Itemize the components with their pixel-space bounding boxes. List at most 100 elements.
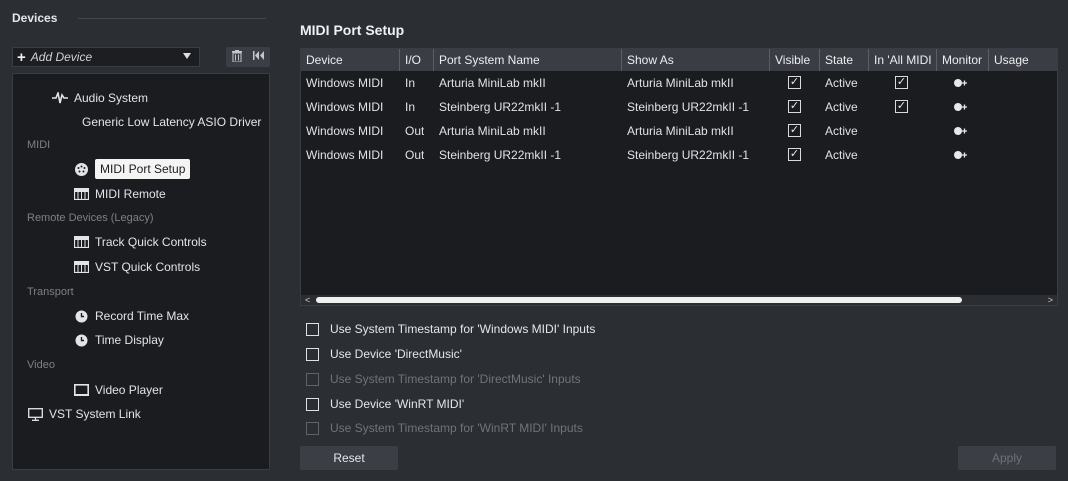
monitor-icon[interactable] bbox=[953, 150, 971, 160]
cell-show-as[interactable]: Steinberg UR22mkII -1 bbox=[622, 144, 749, 166]
option-label: Use System Timestamp for 'Windows MIDI' … bbox=[330, 322, 596, 336]
cell-io: In bbox=[405, 76, 416, 90]
tree-item-time-display[interactable]: Time Display bbox=[73, 333, 164, 347]
tree-item-video-player[interactable]: Video Player bbox=[73, 383, 163, 397]
chevron-down-icon bbox=[183, 53, 191, 59]
tree-category-midi: MIDI bbox=[27, 139, 51, 151]
option-label: Use Device 'WinRT MIDI' bbox=[330, 397, 465, 411]
option-system-timestamp-winrt-midi: Use System Timestamp for 'WinRT MIDI' In… bbox=[306, 421, 583, 435]
video-icon bbox=[73, 383, 89, 397]
audio-system-icon bbox=[52, 91, 68, 105]
cell-device: Windows MIDI bbox=[306, 76, 384, 90]
scroll-left-icon[interactable]: < bbox=[305, 295, 310, 305]
tree-item-vst-system-link[interactable]: VST System Link bbox=[27, 407, 141, 421]
plus-icon: + bbox=[17, 48, 26, 66]
column-header-visible[interactable]: Visible bbox=[770, 49, 820, 71]
cell-port-system-name: Arturia MiniLab mkII bbox=[439, 76, 546, 90]
add-device-dropdown[interactable]: + Add Device bbox=[12, 47, 200, 67]
monitor-icon[interactable] bbox=[953, 78, 971, 88]
table-row[interactable]: Windows MIDI In Arturia MiniLab mkII Art… bbox=[301, 72, 1057, 94]
column-header-monitor[interactable]: Monitor bbox=[937, 49, 989, 71]
page-title: MIDI Port Setup bbox=[300, 22, 405, 38]
cell-show-as[interactable]: Arturia MiniLab mkII bbox=[622, 72, 734, 94]
option-use-device-winrt-midi[interactable]: Use Device 'WinRT MIDI' bbox=[306, 397, 464, 411]
column-header-state[interactable]: State bbox=[820, 49, 869, 71]
tree-item-midi-port-setup[interactable]: MIDI Port Setup bbox=[73, 159, 191, 179]
cell-port-system-name: Steinberg UR22mkII -1 bbox=[439, 100, 562, 114]
tree-item-vst-quick-controls[interactable]: VST Quick Controls bbox=[73, 260, 200, 274]
scroll-right-icon[interactable]: > bbox=[1048, 295, 1053, 305]
cell-device: Windows MIDI bbox=[306, 124, 384, 138]
scrollbar-thumb[interactable] bbox=[316, 297, 962, 303]
clock-icon bbox=[73, 309, 89, 323]
option-label: Use Device 'DirectMusic' bbox=[330, 347, 462, 361]
tree-toolbar bbox=[226, 47, 270, 67]
tree-item-label: Generic Low Latency ASIO Driver bbox=[82, 115, 262, 129]
table-row[interactable]: Windows MIDI In Steinberg UR22mkII -1 St… bbox=[301, 96, 1057, 118]
tree-item-asio-driver[interactable]: Generic Low Latency ASIO Driver bbox=[82, 115, 261, 129]
apply-button[interactable]: Apply bbox=[958, 446, 1056, 470]
option-system-timestamp-windows-midi[interactable]: Use System Timestamp for 'Windows MIDI' … bbox=[306, 322, 595, 336]
visible-checkbox[interactable]: ✓ bbox=[788, 100, 801, 113]
tree-item-midi-remote[interactable]: MIDI Remote bbox=[73, 187, 166, 201]
table-row[interactable]: Windows MIDI Out Steinberg UR22mkII -1 S… bbox=[301, 144, 1057, 166]
device-tree: Audio System Generic Low Latency ASIO Dr… bbox=[12, 73, 270, 470]
option-system-timestamp-directmusic: Use System Timestamp for 'DirectMusic' I… bbox=[306, 372, 581, 386]
cell-port-system-name: Arturia MiniLab mkII bbox=[439, 124, 546, 138]
reset-button[interactable]: Reset bbox=[300, 446, 398, 470]
keyboard-icon bbox=[73, 235, 89, 249]
cell-show-as[interactable]: Arturia MiniLab mkII bbox=[622, 120, 734, 142]
divider bbox=[78, 18, 266, 19]
monitor-icon[interactable] bbox=[953, 102, 971, 112]
option-label: Use System Timestamp for 'DirectMusic' I… bbox=[330, 372, 581, 386]
option-use-device-directmusic[interactable]: Use Device 'DirectMusic' bbox=[306, 347, 462, 361]
tree-item-label: Video Player bbox=[95, 383, 163, 397]
option-checkbox[interactable] bbox=[306, 347, 319, 361]
option-label: Use System Timestamp for 'WinRT MIDI' In… bbox=[330, 421, 583, 435]
tree-item-record-time-max[interactable]: Record Time Max bbox=[73, 309, 189, 323]
in-all-midi-inputs-checkbox[interactable]: ✓ bbox=[895, 100, 908, 113]
cell-state: Active bbox=[825, 76, 858, 90]
column-header-usage[interactable]: Usage bbox=[989, 49, 1058, 71]
add-device-label: Add Device bbox=[30, 50, 93, 64]
cell-io: In bbox=[405, 100, 416, 114]
cell-show-as[interactable]: Steinberg UR22mkII -1 bbox=[622, 96, 749, 118]
column-header-io[interactable]: I/O bbox=[400, 49, 434, 71]
in-all-midi-inputs-checkbox[interactable]: ✓ bbox=[895, 76, 908, 89]
tree-item-track-quick-controls[interactable]: Track Quick Controls bbox=[73, 235, 207, 249]
tree-item-label: Time Display bbox=[95, 333, 164, 347]
tree-category-video: Video bbox=[27, 359, 55, 371]
option-checkbox[interactable] bbox=[306, 397, 319, 411]
horizontal-scrollbar[interactable]: < > bbox=[301, 295, 1057, 305]
midi-port-table: Device I/O Port System Name Show As Visi… bbox=[300, 48, 1058, 306]
tree-item-label: VST System Link bbox=[49, 407, 141, 421]
tree-item-label: Audio System bbox=[74, 91, 149, 105]
midi-port-icon bbox=[73, 162, 89, 176]
trash-icon[interactable] bbox=[231, 49, 242, 65]
monitor-icon[interactable] bbox=[953, 126, 971, 136]
column-header-show-as[interactable]: Show As bbox=[622, 49, 770, 71]
monitor-icon bbox=[27, 407, 43, 421]
column-header-device[interactable]: Device bbox=[301, 49, 400, 71]
column-header-in-all-midi-inputs[interactable]: In 'All MIDI Inputs' bbox=[869, 49, 937, 71]
tree-item-label: Track Quick Controls bbox=[95, 235, 207, 249]
option-checkbox[interactable] bbox=[306, 322, 319, 336]
option-checkbox bbox=[306, 421, 319, 435]
cell-state: Active bbox=[825, 124, 858, 138]
tree-item-label: MIDI Port Setup bbox=[95, 159, 191, 179]
visible-checkbox[interactable]: ✓ bbox=[788, 148, 801, 161]
cell-io: Out bbox=[405, 124, 425, 138]
cell-state: Active bbox=[825, 100, 858, 114]
clock-icon bbox=[73, 333, 89, 347]
reset-device-icon[interactable] bbox=[252, 51, 265, 63]
visible-checkbox[interactable]: ✓ bbox=[788, 76, 801, 89]
devices-title: Devices bbox=[12, 11, 58, 25]
visible-checkbox[interactable]: ✓ bbox=[788, 124, 801, 137]
cell-io: Out bbox=[405, 148, 425, 162]
table-row[interactable]: Windows MIDI Out Arturia MiniLab mkII Ar… bbox=[301, 120, 1057, 142]
cell-device: Windows MIDI bbox=[306, 100, 384, 114]
table-header: Device I/O Port System Name Show As Visi… bbox=[301, 49, 1057, 71]
tree-item-audio-system[interactable]: Audio System bbox=[52, 91, 148, 105]
column-header-port-system-name[interactable]: Port System Name bbox=[434, 49, 622, 71]
cell-port-system-name: Steinberg UR22mkII -1 bbox=[439, 148, 562, 162]
